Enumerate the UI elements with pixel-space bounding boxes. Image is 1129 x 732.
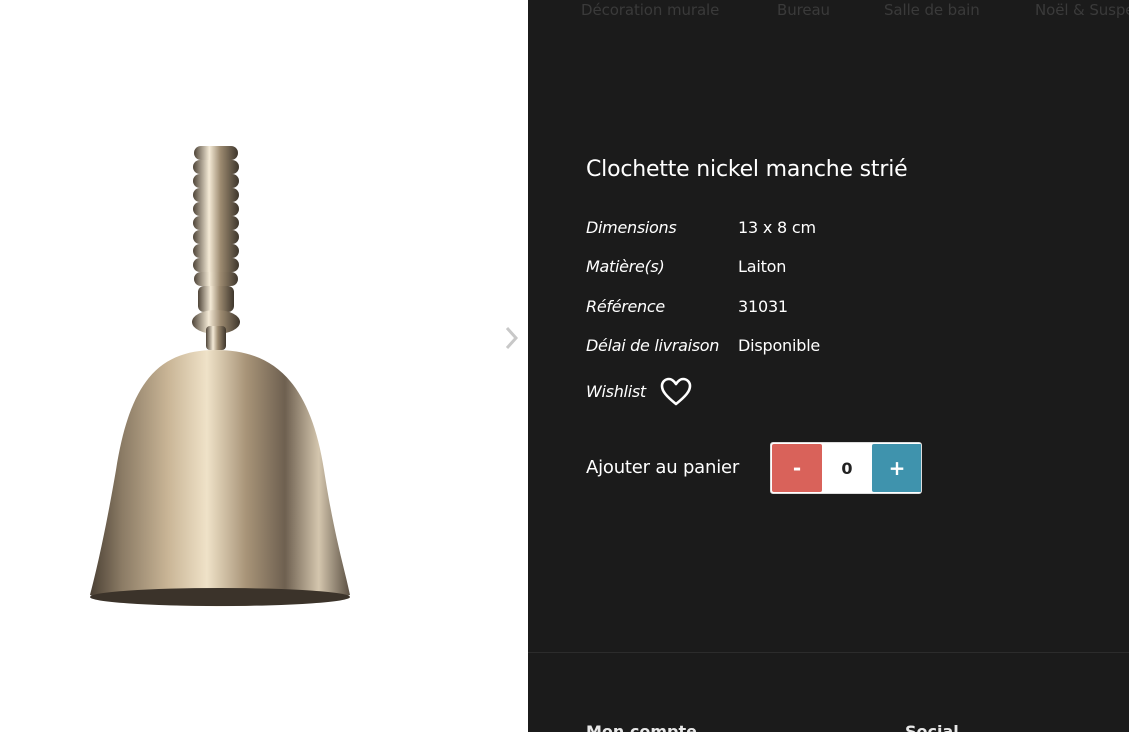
bell-body bbox=[90, 350, 350, 607]
quantity-stepper: - 0 + bbox=[770, 442, 922, 494]
bell-handle bbox=[192, 146, 240, 350]
product-image bbox=[90, 146, 350, 607]
spec-label: Matière(s) bbox=[586, 257, 665, 276]
footer-heading-account: Mon compte bbox=[586, 722, 697, 732]
spec-value: Laiton bbox=[738, 257, 787, 276]
spec-value: Disponible bbox=[738, 336, 821, 355]
gallery-next-arrow-icon[interactable] bbox=[503, 325, 521, 351]
spec-value: 31031 bbox=[738, 297, 788, 316]
category-nav: Décoration murale Bureau Salle de bain N… bbox=[528, 0, 1129, 26]
nav-item-bureau[interactable]: Bureau bbox=[777, 1, 830, 19]
spec-label: Délai de livraison bbox=[586, 336, 720, 355]
increase-quantity-button[interactable]: + bbox=[872, 444, 921, 492]
product-details-panel: Décoration murale Bureau Salle de bain N… bbox=[528, 0, 1129, 732]
nav-item-noel-suspensions[interactable]: Noël & Suspensions bbox=[1035, 1, 1129, 19]
nav-item-salle-de-bain[interactable]: Salle de bain bbox=[884, 1, 980, 19]
footer-heading-social: Social bbox=[905, 722, 959, 732]
product-title: Clochette nickel manche strié bbox=[586, 157, 908, 182]
nav-item-decoration-murale[interactable]: Décoration murale bbox=[581, 1, 719, 19]
decrease-quantity-button[interactable]: - bbox=[772, 444, 822, 492]
heart-icon[interactable] bbox=[660, 377, 692, 407]
spec-label: Dimensions bbox=[586, 218, 677, 237]
wishlist-label: Wishlist bbox=[586, 382, 646, 401]
quantity-input[interactable]: 0 bbox=[822, 444, 872, 492]
add-to-cart-label: Ajouter au panier bbox=[586, 457, 740, 478]
footer-divider bbox=[528, 652, 1129, 653]
spec-value: 13 x 8 cm bbox=[738, 218, 816, 237]
spec-label: Référence bbox=[586, 297, 665, 316]
product-gallery bbox=[0, 0, 528, 732]
